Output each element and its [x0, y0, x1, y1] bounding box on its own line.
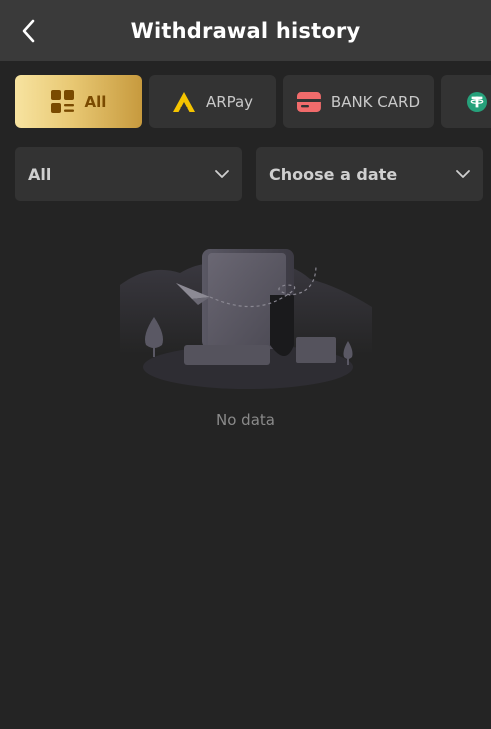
app: Withdrawal history All ARPay BANK CARD A… — [0, 0, 491, 729]
header: Withdrawal history — [0, 0, 491, 61]
tab-all[interactable]: All — [15, 75, 142, 128]
empty-document-illustration — [120, 249, 372, 389]
type-select[interactable]: All — [15, 147, 242, 201]
tab-bank-card[interactable]: BANK CARD — [283, 75, 434, 128]
arpay-logo-icon — [172, 91, 195, 112]
date-select[interactable]: Choose a date — [256, 147, 483, 201]
date-select-value: Choose a date — [269, 164, 398, 184]
no-data-message: No data — [216, 411, 275, 429]
usdt-icon — [467, 91, 487, 112]
payment-method-tabs: All ARPay BANK CARD — [15, 75, 491, 128]
type-select-value: All — [28, 164, 52, 184]
filters: All Choose a date — [15, 147, 483, 201]
back-button[interactable] — [12, 14, 46, 48]
page-title: Withdrawal history — [130, 18, 361, 43]
tab-usdt[interactable] — [441, 75, 491, 128]
tab-bank-card-label: BANK CARD — [330, 92, 420, 111]
tab-arpay[interactable]: ARPay — [149, 75, 276, 128]
chevron-down-icon — [456, 170, 470, 178]
tab-all-label: All — [84, 92, 107, 111]
bank-card-icon — [297, 91, 321, 112]
tab-arpay-label: ARPay — [205, 92, 254, 111]
chevron-down-icon — [215, 170, 229, 178]
chevron-left-icon — [22, 19, 35, 43]
grid-list-icon — [50, 89, 74, 113]
